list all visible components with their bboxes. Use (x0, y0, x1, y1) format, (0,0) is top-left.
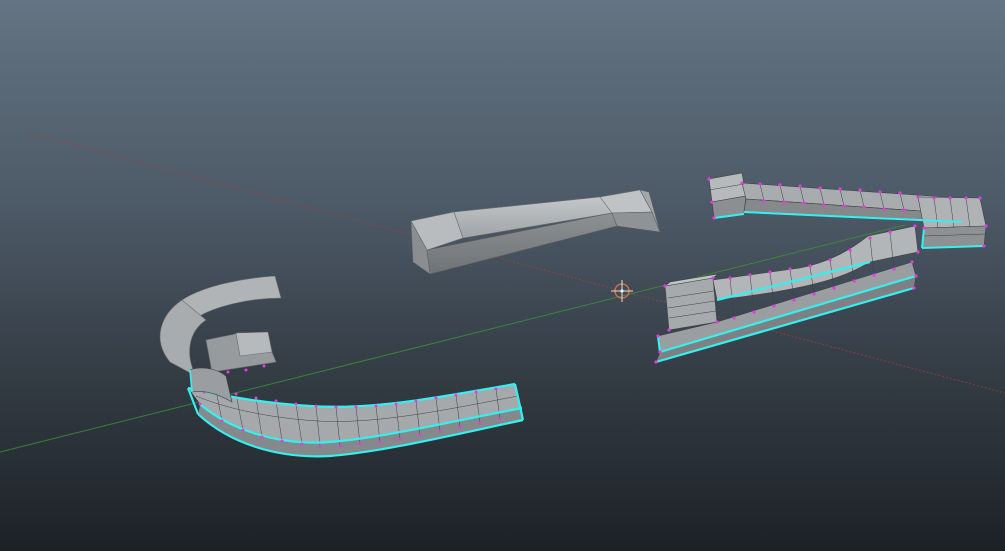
pivot-manipulator-icon[interactable] (611, 280, 633, 302)
viewport-scene[interactable] (0, 0, 1005, 551)
bumper-right-bottom-piece[interactable] (654, 224, 920, 364)
3d-viewport[interactable] (0, 0, 1005, 551)
bumper-center-piece[interactable] (410, 189, 661, 275)
bumper-right-top-piece[interactable] (707, 172, 988, 249)
